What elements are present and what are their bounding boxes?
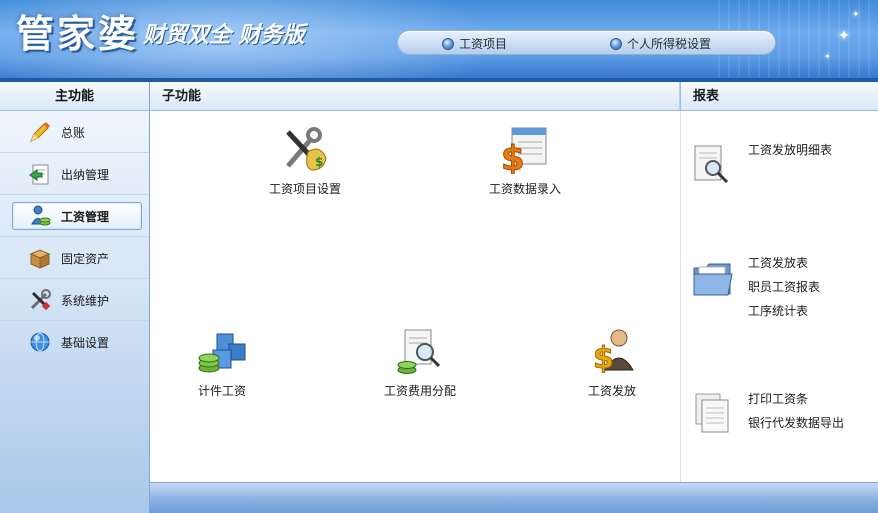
- document-search-icon: [694, 145, 729, 184]
- report-link[interactable]: 工资发放表: [748, 254, 808, 271]
- sidebar-item-basic-settings[interactable]: 基础设置: [0, 321, 149, 363]
- report-link[interactable]: 职员工资报表: [748, 278, 820, 295]
- sidebar-item-label: 出纳管理: [61, 168, 110, 182]
- dollar-person-icon: $: [593, 329, 634, 377]
- report-link[interactable]: 打印工资条: [748, 390, 808, 407]
- reports-title: 报表: [680, 82, 878, 111]
- folder-icon: [693, 263, 733, 296]
- top-nav-bar: 工资项目 个人所得税设置: [397, 30, 776, 55]
- pencil-icon: [30, 122, 50, 142]
- brand-name: 管家婆: [16, 11, 140, 56]
- sidebar-title: 主功能: [0, 82, 149, 111]
- report-link[interactable]: 工资发放明细表: [748, 141, 832, 158]
- func-label: 工资费用分配: [383, 384, 456, 398]
- star-icon: ✦: [852, 10, 860, 20]
- sidebar-item-label: 固定资产: [61, 252, 110, 266]
- sidebar-item-general-ledger[interactable]: 总账: [0, 111, 149, 153]
- dollar-form-icon: $: [501, 127, 547, 180]
- document-magnifier-icon: [397, 329, 441, 374]
- box-icon: [29, 249, 51, 269]
- func-label: 计件工资: [197, 384, 246, 398]
- star-icon: ✦: [838, 28, 850, 44]
- top-nav-income-tax[interactable]: 个人所得税设置: [610, 35, 711, 52]
- payroll-icon: [31, 205, 51, 226]
- globe-icon: [30, 332, 50, 352]
- tools-icon: [30, 289, 51, 311]
- svg-text:$: $: [593, 341, 614, 376]
- main-function-sidebar: 主功能 总账 出纳管理 工资管理 固定资产 系统维护 基础设置: [0, 82, 150, 513]
- svg-text:$: $: [501, 139, 525, 174]
- subfunction-panel: [150, 82, 680, 482]
- svg-text:$: $: [315, 155, 323, 169]
- func-label: 工资发放: [587, 384, 636, 398]
- sidebar-item-cashier[interactable]: 出纳管理: [0, 153, 149, 195]
- func-salary-data-entry[interactable]: $ 工资数据录入: [460, 124, 590, 197]
- pages-icon: [695, 393, 729, 433]
- sidebar-item-label: 总账: [61, 126, 86, 140]
- sidebar-item-label: 工资管理: [61, 210, 110, 224]
- top-nav-label: 个人所得税设置: [627, 37, 712, 51]
- func-salary-payment[interactable]: $ 工资发放: [547, 326, 677, 399]
- wrench-money-icon: $: [286, 127, 327, 171]
- star-icon: ✦: [824, 52, 831, 61]
- cashier-icon: [29, 164, 49, 185]
- status-bar: [150, 482, 878, 513]
- func-piece-rate-wage[interactable]: 计件工资: [157, 326, 287, 399]
- sidebar-item-label: 系统维护: [61, 294, 110, 308]
- func-label: 工资数据录入: [488, 182, 561, 196]
- sidebar-item-fixed-assets[interactable]: 固定资产: [0, 237, 149, 279]
- func-salary-item-settings[interactable]: $ 工资项目设置: [240, 124, 370, 197]
- brand-subtitle: 财贸双全 财务版: [143, 23, 305, 48]
- report-link[interactable]: 工序统计表: [748, 302, 808, 319]
- sidebar-item-payroll[interactable]: 工资管理: [0, 195, 149, 237]
- brand-logo: 管家婆 财贸双全 财务版: [16, 10, 305, 58]
- top-nav-label: 工资项目: [459, 37, 508, 51]
- radio-dot-icon: [442, 37, 454, 50]
- func-salary-cost-allocation[interactable]: 工资费用分配: [355, 326, 485, 399]
- blocks-coins-icon: [198, 333, 246, 373]
- func-label: 工资项目设置: [268, 182, 341, 196]
- sidebar-item-system-maintenance[interactable]: 系统维护: [0, 279, 149, 321]
- sidebar-item-label: 基础设置: [61, 336, 110, 350]
- subfunction-title: 子功能: [150, 82, 680, 111]
- top-nav-salary-items[interactable]: 工资项目: [442, 35, 507, 52]
- app-banner: ✦ ✦ ✦ 管家婆 财贸双全 财务版 工资项目 个人所得税设置: [0, 0, 878, 82]
- radio-dot-icon: [610, 37, 622, 50]
- report-link[interactable]: 银行代发数据导出: [748, 414, 844, 431]
